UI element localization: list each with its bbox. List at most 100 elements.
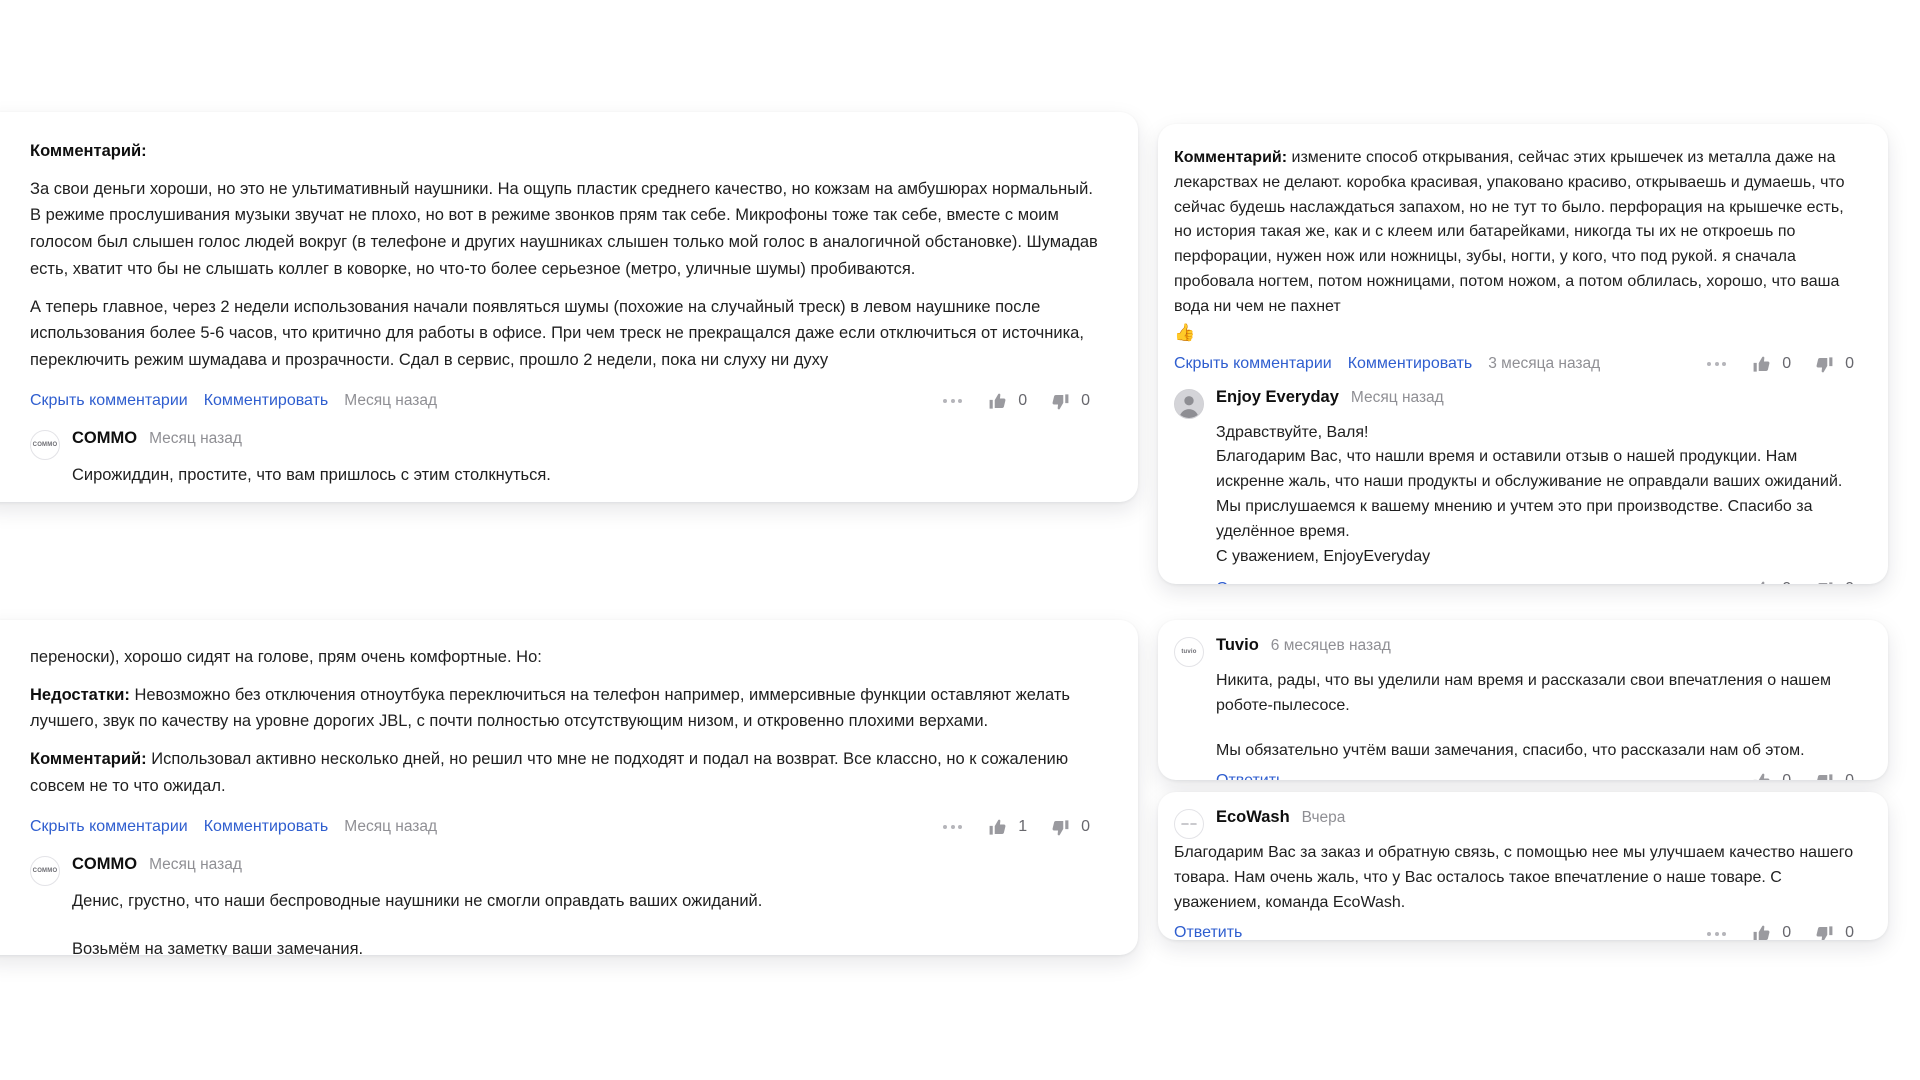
- like-button[interactable]: 0: [1736, 351, 1799, 378]
- reply-body: Здравствуйте, Валя! Благодарим Вас, что …: [1216, 421, 1862, 584]
- avatar: COMMO: [30, 855, 60, 886]
- comment-link[interactable]: Комментировать: [204, 818, 329, 836]
- brand-reply: COMMO COMMO Месяц назад Сирожиддин, прос…: [30, 429, 1098, 502]
- hide-comments-link[interactable]: Скрыть комментарии: [30, 392, 188, 410]
- thumb-up-icon: [988, 818, 1007, 837]
- avatar: COMMO: [30, 429, 60, 460]
- reply-action-row: Ответить 0: [1216, 765, 1862, 780]
- comment-link[interactable]: Комментировать: [204, 392, 329, 410]
- review-paragraph: За свои деньги хороши, но это не ультима…: [30, 179, 1098, 278]
- avatar-label: COMMO: [32, 441, 58, 448]
- thumb-down-icon: [1051, 392, 1070, 411]
- reply-paragraph: С уважением, EnjoyEveryday: [1216, 547, 1431, 565]
- thumb-down-icon: [1815, 355, 1834, 374]
- avatar-icon: [1181, 823, 1197, 825]
- cons-label: Недостатки:: [30, 685, 130, 704]
- comment-label: Комментарий:: [1174, 149, 1288, 166]
- reply-card-tuvio: tuvio Tuvio 6 месяцев назад Никита, рады…: [1158, 620, 1888, 780]
- reply-author-name: COMMO: [72, 854, 138, 873]
- dislike-button[interactable]: 0: [1799, 351, 1862, 378]
- dislike-button[interactable]: 0: [1799, 573, 1862, 584]
- reply-link[interactable]: Ответить: [1216, 577, 1284, 584]
- review-cons: Недостатки: Невозможно без отключения от…: [30, 682, 1098, 735]
- reply-paragraph: Благодарим Вас за заказ и обратную связь…: [1174, 844, 1854, 911]
- like-button[interactable]: 0: [1736, 765, 1799, 780]
- review-body: Комментарий: За свои деньги хороши, но э…: [30, 138, 1098, 374]
- review-card-commo-headphones: Комментарий: За свои деньги хороши, но э…: [0, 112, 1138, 502]
- review-intro: переноски), хорошо сидят на голове, прям…: [30, 648, 542, 666]
- review-action-row: Скрыть комментарии Комментировать Месяц …: [30, 814, 1098, 841]
- reply-timestamp: Вчера: [1301, 809, 1346, 826]
- more-options-icon[interactable]: [1697, 582, 1736, 584]
- like-button[interactable]: 0: [972, 388, 1035, 415]
- like-count: 1: [1018, 818, 1028, 836]
- like-count: 0: [1782, 769, 1791, 780]
- like-button[interactable]: 0: [1736, 573, 1799, 584]
- avatar-label: tuvio: [1181, 649, 1197, 655]
- hide-comments-link[interactable]: Скрыть комментарии: [1174, 355, 1332, 373]
- avatar: tuvio: [1174, 637, 1204, 667]
- dislike-button[interactable]: 0: [1799, 917, 1862, 940]
- reply-timestamp: Месяц назад: [149, 429, 242, 447]
- thumb-up-icon: [1752, 924, 1771, 940]
- review-comment: Комментарий: Использовал активно несколь…: [30, 746, 1098, 799]
- hide-comments-link[interactable]: Скрыть комментарии: [30, 818, 188, 836]
- review-timestamp: 3 месяца назад: [1488, 355, 1601, 373]
- reply-paragraph: Благодарим Вас, что нашли время и остави…: [1216, 448, 1843, 491]
- reply-action-row: Ответить 0: [1216, 573, 1862, 584]
- thumb-down-icon: [1815, 924, 1834, 940]
- comment-link[interactable]: Комментировать: [1348, 355, 1473, 373]
- dislike-count: 0: [1081, 818, 1090, 836]
- reply-body: Денис, грустно, что наши беспроводные на…: [72, 888, 1098, 955]
- review-action-row: Скрыть комментарии Комментировать Месяц …: [30, 388, 1098, 415]
- like-count: 0: [1018, 392, 1028, 410]
- dislike-count: 0: [1845, 577, 1854, 584]
- reply-paragraph: Никита, рады, что вы уделили нам время и…: [1216, 672, 1832, 714]
- brand-reply: EcoWash Вчера Благодарим Вас за заказ и …: [1174, 808, 1862, 940]
- thumb-down-icon: [1815, 580, 1834, 584]
- dislike-button[interactable]: 0: [1035, 388, 1098, 415]
- comment-text: Использовал активно несколько дней, но р…: [30, 750, 1069, 795]
- avatar: [1174, 388, 1204, 419]
- more-options-icon[interactable]: [1697, 774, 1736, 780]
- review-paragraph: А теперь главное, через 2 недели использ…: [30, 297, 1084, 370]
- comment-label: Комментарий:: [30, 142, 147, 160]
- like-count: 0: [1782, 577, 1791, 584]
- more-options-icon[interactable]: [933, 819, 972, 835]
- like-button[interactable]: 0: [1736, 917, 1799, 940]
- thumb-up-icon: [988, 392, 1007, 411]
- reply-link[interactable]: Ответить: [1216, 769, 1284, 780]
- dislike-button[interactable]: 0: [1799, 765, 1862, 780]
- dislike-count: 0: [1081, 392, 1090, 410]
- thumb-up-icon: [1752, 580, 1771, 584]
- reply-paragraph: Денис, грустно, что наши беспроводные на…: [72, 891, 763, 910]
- reply-paragraph: Возьмём на заметку ваши замечания.: [72, 940, 364, 955]
- reply-card-ecowash: EcoWash Вчера Благодарим Вас за заказ и …: [1158, 792, 1888, 940]
- reply-author-name: COMMO: [72, 428, 138, 447]
- reply-paragraph: Мы обязательно учтём ваши замечания, спа…: [1216, 741, 1805, 759]
- reply-link[interactable]: Ответить: [1174, 921, 1242, 940]
- like-button[interactable]: 1: [972, 814, 1035, 841]
- thumb-up-icon: [1752, 355, 1771, 374]
- comment-label: Комментарий:: [30, 750, 147, 769]
- reply-paragraph: Сирожиддин, простите, что вам пришлось с…: [72, 465, 551, 484]
- dislike-count: 0: [1845, 924, 1854, 940]
- dislike-button[interactable]: 0: [1035, 814, 1098, 841]
- review-action-row: Скрыть комментарии Комментировать 3 меся…: [1174, 351, 1862, 378]
- reply-author-name: EcoWash: [1216, 808, 1290, 826]
- reply-action-row: Ответить 0: [1174, 917, 1862, 940]
- more-options-icon[interactable]: [933, 393, 972, 409]
- review-card-enjoy-everyday: Комментарий: измените способ открывания,…: [1158, 124, 1888, 584]
- review-card-commo-denis: переноски), хорошо сидят на голове, прям…: [0, 620, 1138, 955]
- reply-timestamp: 6 месяцев назад: [1270, 637, 1391, 654]
- like-count: 0: [1782, 924, 1792, 940]
- reply-author-name: Enjoy Everyday: [1216, 387, 1339, 406]
- more-options-icon[interactable]: [1697, 356, 1736, 372]
- brand-reply: tuvio Tuvio 6 месяцев назад Никита, рады…: [1174, 636, 1862, 780]
- reply-body: Сирожиддин, простите, что вам пришлось с…: [72, 462, 1098, 502]
- more-options-icon[interactable]: [1697, 926, 1736, 940]
- like-count: 0: [1782, 355, 1792, 373]
- avatar-label: COMMO: [32, 867, 58, 874]
- review-timestamp: Месяц назад: [344, 818, 438, 836]
- review-comment: Комментарий: измените способ открывания,…: [1174, 146, 1862, 320]
